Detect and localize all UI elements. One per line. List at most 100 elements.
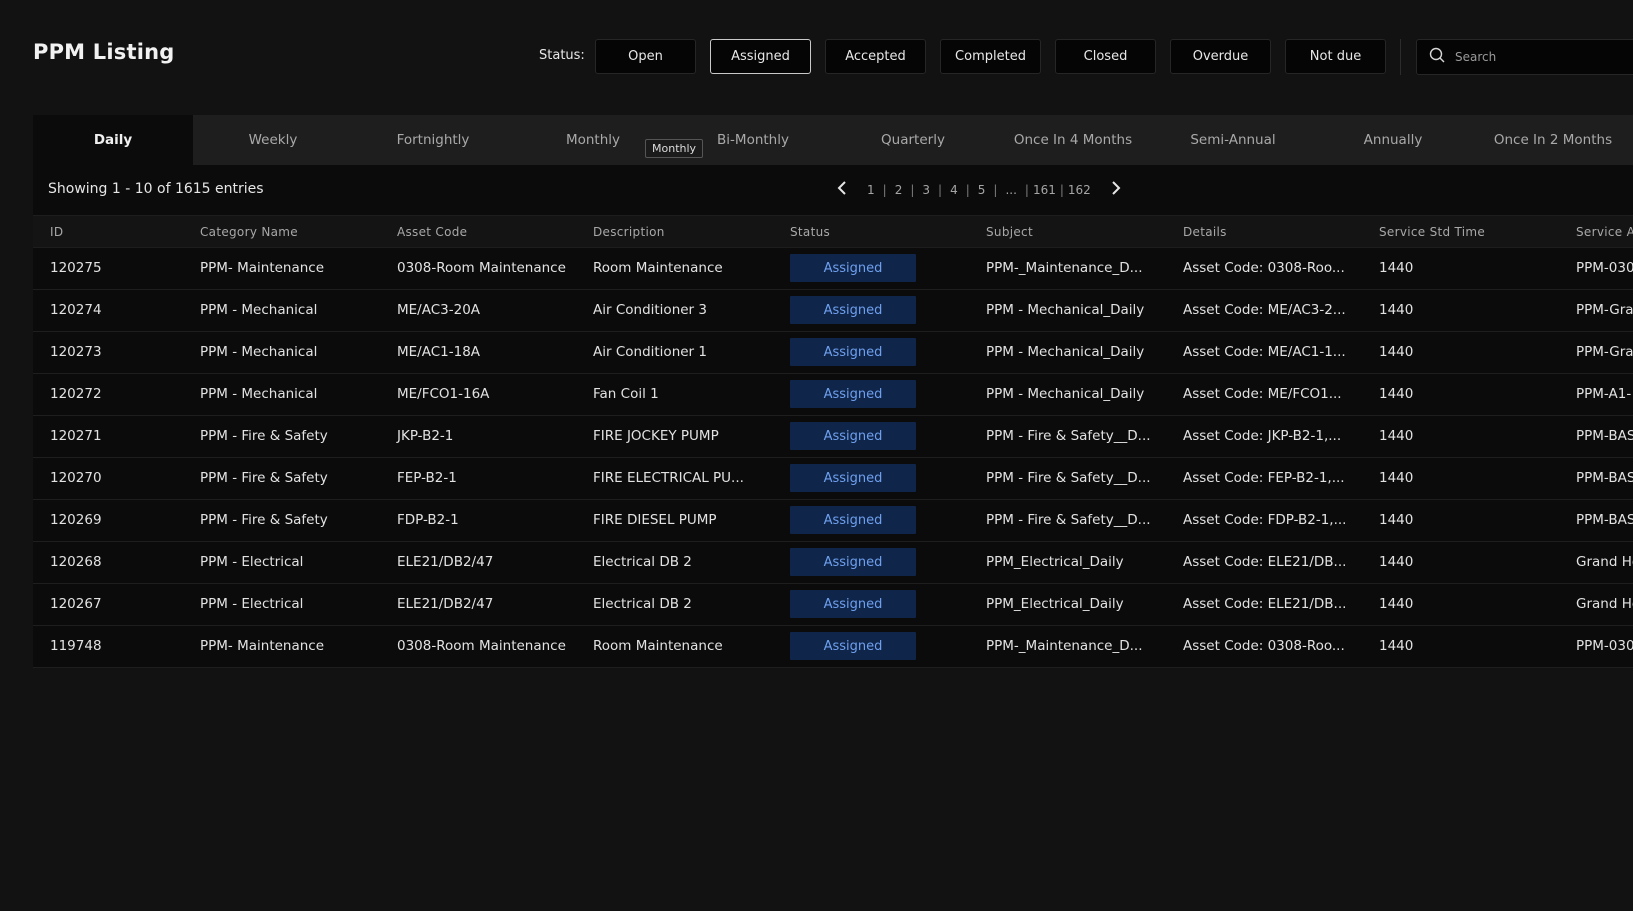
table-header: ID Category Name Asset Code Description … [33, 215, 1633, 248]
page-ellipsis: ... [1005, 183, 1017, 197]
table-row[interactable]: 120269 PPM - Fire & Safety FDP-B2-1 FIRE DI… [33, 499, 1633, 542]
table-row[interactable]: 119748 PPM- Maintenance 0308-Room Maintena… [33, 625, 1633, 668]
column-header-description[interactable]: Description [593, 225, 665, 239]
cell-id: 120270 [50, 470, 102, 486]
cell-description: Room Maintenance [593, 260, 723, 276]
cell-subject: PPM-_Maintenance_D... [986, 638, 1143, 654]
toolbar-divider [1400, 39, 1401, 75]
cell-description: Electrical DB 2 [593, 554, 692, 570]
cell-description: Fan Coil 1 [593, 386, 659, 402]
cell-service-std-time: 1440 [1379, 470, 1414, 486]
page-161[interactable]: 161 [1031, 183, 1058, 197]
cell-asset-code: 0308-Room Maintenance [397, 260, 566, 276]
cell-service-std-time: 1440 [1379, 596, 1414, 612]
chevron-left-icon[interactable] [833, 181, 851, 199]
table-row[interactable]: 120267 PPM - Electrical ELE21/DB2/47 Electr… [33, 583, 1633, 626]
table-row[interactable]: 120275 PPM- Maintenance 0308-Room Maintena… [33, 247, 1633, 290]
cell-subject: PPM - Mechanical_Daily [986, 344, 1145, 360]
table-row[interactable]: 120268 PPM - Electrical ELE21/DB2/47 Electr… [33, 541, 1633, 584]
search-box[interactable] [1416, 39, 1633, 75]
column-header-service-std-time[interactable]: Service Std Time [1379, 225, 1485, 239]
cell-category-name: PPM - Mechanical [200, 302, 318, 318]
column-header-status[interactable]: Status [790, 225, 830, 239]
column-header-id[interactable]: ID [50, 225, 63, 239]
cell-category-name: PPM - Fire & Safety [200, 470, 328, 486]
tab-once-in-2-months[interactable]: Once In 2 Months [1473, 115, 1633, 165]
tab-fortnightly[interactable]: Fortnightly [353, 115, 513, 165]
search-icon [1429, 47, 1445, 67]
table-row[interactable]: 120274 PPM - Mechanical ME/AC3-20A Air Cond… [33, 289, 1633, 332]
tab-semi-annual[interactable]: Semi-Annual [1153, 115, 1313, 165]
listing-panel: Showing 1 - 10 of 1615 entries 1 | 2 | 3 | … [33, 165, 1633, 668]
cell-service-std-time: 1440 [1379, 386, 1414, 402]
cell-subject: PPM - Fire & Safety__D... [986, 512, 1151, 528]
page-162[interactable]: 162 [1066, 183, 1093, 197]
cell-subject: PPM_Electrical_Daily [986, 596, 1124, 612]
tab-quarterly[interactable]: Quarterly [833, 115, 993, 165]
cell-details: Asset Code: FEP-B2-1,... [1183, 470, 1345, 486]
cell-category-name: PPM - Electrical [200, 596, 304, 612]
cell-category-name: PPM- Maintenance [200, 260, 325, 276]
cell-details: Asset Code: ELE21/DB... [1183, 596, 1347, 612]
cell-asset-code: ME/FCO1-16A [397, 386, 490, 402]
cell-asset-code: JKP-B2-1 [397, 428, 454, 444]
cell-service-a: PPM-BAS [1576, 428, 1633, 444]
status-filter-assigned-button[interactable]: Assigned [710, 39, 811, 74]
status-badge: Assigned [790, 422, 916, 450]
cell-details: Asset Code: ME/AC1-1... [1183, 344, 1346, 360]
cell-details: Asset Code: 0308-Roo... [1183, 638, 1345, 654]
status-badge: Assigned [790, 338, 916, 366]
cell-details: Asset Code: 0308-Roo... [1183, 260, 1345, 276]
column-header-category-name[interactable]: Category Name [200, 225, 298, 239]
column-header-details[interactable]: Details [1183, 225, 1227, 239]
status-filter-label: Status: [539, 48, 585, 63]
tab-daily[interactable]: Daily [33, 115, 193, 165]
cell-details: Asset Code: ME/AC3-2... [1183, 302, 1346, 318]
cell-service-std-time: 1440 [1379, 428, 1414, 444]
column-header-service-a[interactable]: Service A [1576, 225, 1633, 239]
cell-service-std-time: 1440 [1379, 638, 1414, 654]
table-row[interactable]: 120270 PPM - Fire & Safety FEP-B2-1 FIRE EL… [33, 457, 1633, 500]
page-4[interactable]: 4 [948, 183, 960, 197]
page-1[interactable]: 1 [865, 183, 877, 197]
cell-category-name: PPM - Electrical [200, 554, 304, 570]
cell-subject: PPM - Mechanical_Daily [986, 386, 1145, 402]
column-header-asset-code[interactable]: Asset Code [397, 225, 467, 239]
chevron-right-icon[interactable] [1107, 181, 1125, 199]
cell-category-name: PPM - Fire & Safety [200, 428, 328, 444]
table-row[interactable]: 120273 PPM - Mechanical ME/AC1-18A Air Cond… [33, 331, 1633, 374]
cell-service-a: Grand Ho [1576, 596, 1633, 612]
cell-category-name: PPM - Fire & Safety [200, 512, 328, 528]
table-row[interactable]: 120271 PPM - Fire & Safety JKP-B2-1 FIRE JO… [33, 415, 1633, 458]
cell-service-a: PPM-BAS [1576, 512, 1633, 528]
table-row[interactable]: 120272 PPM - Mechanical ME/FCO1-16A Fan Coi… [33, 373, 1633, 416]
tab-weekly[interactable]: Weekly [193, 115, 353, 165]
cell-service-a: PPM-Gra [1576, 344, 1633, 360]
cell-description: Electrical DB 2 [593, 596, 692, 612]
status-filter-accepted-button[interactable]: Accepted [825, 39, 926, 74]
cell-id: 120273 [50, 344, 102, 360]
status-filter-closed-button[interactable]: Closed [1055, 39, 1156, 74]
status-filter-overdue-button[interactable]: Overdue [1170, 39, 1271, 74]
cell-subject: PPM_Electrical_Daily [986, 554, 1124, 570]
cell-subject: PPM - Mechanical_Daily [986, 302, 1145, 318]
cell-asset-code: ELE21/DB2/47 [397, 554, 494, 570]
cell-id: 120274 [50, 302, 102, 318]
cell-service-a: PPM-030 [1576, 260, 1633, 276]
column-header-subject[interactable]: Subject [986, 225, 1033, 239]
page-3[interactable]: 3 [920, 183, 932, 197]
cell-id: 120275 [50, 260, 102, 276]
page-2[interactable]: 2 [893, 183, 905, 197]
cell-subject: PPM - Fire & Safety__D... [986, 428, 1151, 444]
status-badge: Assigned [790, 254, 916, 282]
search-input[interactable] [1453, 49, 1633, 65]
cell-asset-code: FEP-B2-1 [397, 470, 457, 486]
cell-service-std-time: 1440 [1379, 344, 1414, 360]
cell-asset-code: ME/AC3-20A [397, 302, 481, 318]
tab-once-in-4-months[interactable]: Once In 4 Months [993, 115, 1153, 165]
page-5[interactable]: 5 [976, 183, 988, 197]
tab-annually[interactable]: Annually [1313, 115, 1473, 165]
status-filter-not-due-button[interactable]: Not due [1285, 39, 1386, 74]
status-filter-completed-button[interactable]: Completed [940, 39, 1041, 74]
status-filter-open-button[interactable]: Open [595, 39, 696, 74]
